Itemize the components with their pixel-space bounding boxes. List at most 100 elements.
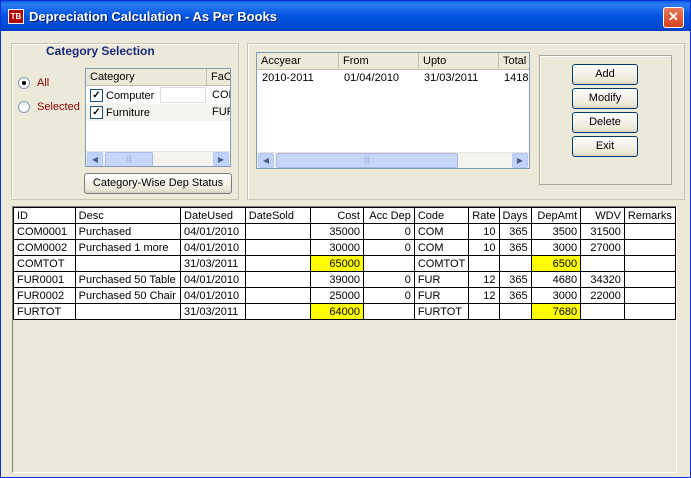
cell-code[interactable]: FUR (413, 287, 470, 304)
category-checkbox-checked-icon[interactable]: ✓ (90, 106, 103, 119)
cell-cost[interactable]: 30000 (309, 239, 364, 256)
cell-remarks[interactable] (623, 255, 677, 272)
radio-all[interactable]: All (18, 77, 49, 89)
scroll-left-icon[interactable]: ◀ (87, 152, 103, 166)
category-wise-dep-status-button[interactable]: Category-Wise Dep Status (84, 173, 232, 194)
cell-cost[interactable]: 64000 (309, 303, 364, 320)
exit-button[interactable]: Exit (572, 136, 638, 157)
cell-desc[interactable] (74, 255, 182, 272)
cell-datesold[interactable] (244, 287, 311, 304)
cell-remarks[interactable] (623, 271, 677, 288)
cell-cost[interactable]: 25000 (309, 287, 364, 304)
cell-id[interactable]: COMTOT (13, 255, 76, 272)
cell-code[interactable]: FURTOT (413, 303, 470, 320)
col-header-datesold[interactable]: DateSold (244, 207, 311, 224)
cell-cost[interactable]: 35000 (309, 223, 364, 240)
col-header-accdep[interactable]: Acc Dep (362, 207, 415, 224)
cell-days[interactable]: 365 (498, 239, 532, 256)
category-hscrollbar[interactable]: ◀ ||| ▶ (86, 151, 230, 166)
cell-rate[interactable]: 12 (468, 287, 500, 304)
year-row-accyear[interactable]: 2010-2011 (262, 72, 314, 84)
cell-dateused[interactable]: 31/03/2011 (180, 255, 246, 272)
category-checkbox-checked-icon[interactable]: ✓ (90, 89, 103, 102)
cell-accdep[interactable]: 0 (362, 239, 415, 256)
depreciation-grid[interactable]: ID Desc DateUsed DateSold Cost Acc Dep C… (12, 206, 677, 473)
cell-wdv[interactable]: 31500 (580, 223, 625, 240)
cell-desc[interactable]: Purchased 1 more (74, 239, 182, 256)
cell-cost[interactable]: 39000 (309, 271, 364, 288)
cell-datesold[interactable] (244, 239, 311, 256)
col-header-cost[interactable]: Cost (309, 207, 364, 224)
scroll-left-icon[interactable]: ◀ (258, 153, 274, 168)
cell-wdv[interactable]: 22000 (580, 287, 625, 304)
cell-accdep[interactable]: 0 (362, 271, 415, 288)
cell-id[interactable]: COM0002 (13, 239, 76, 256)
total-col-header[interactable]: Total (499, 53, 529, 70)
cell-wdv[interactable]: 34320 (580, 271, 625, 288)
cell-depamt[interactable]: 4680 (530, 271, 582, 288)
cell-days[interactable] (498, 255, 532, 272)
upto-col-header[interactable]: Upto (419, 53, 499, 70)
table-row[interactable]: COM0002 Purchased 1 more 04/01/2010 30000 0 C… (13, 239, 677, 256)
table-row[interactable]: COM0001 Purchased 04/01/2010 35000 0 COM 10 365… (13, 223, 677, 240)
col-header-depamt[interactable]: DepAmt (530, 207, 582, 224)
cell-id[interactable]: FUR0001 (13, 271, 76, 288)
cell-datesold[interactable] (244, 255, 311, 272)
cell-rate[interactable] (468, 303, 500, 320)
cell-datesold[interactable] (244, 303, 311, 320)
cell-days[interactable]: 365 (498, 287, 532, 304)
category-item[interactable]: ✓ Furniture (90, 104, 150, 121)
table-row[interactable]: FUR0002 Purchased 50 Chair 04/01/2010 25000… (13, 287, 677, 304)
cell-remarks[interactable] (623, 287, 677, 304)
cell-dateused[interactable]: 04/01/2010 (180, 239, 246, 256)
cell-code[interactable]: FUR (413, 271, 470, 288)
cell-wdv[interactable] (580, 303, 625, 320)
category-item[interactable]: ✓ Computer (90, 87, 160, 104)
cell-rate[interactable]: 10 (468, 223, 500, 240)
cell-datesold[interactable] (244, 223, 311, 240)
modify-button[interactable]: Modify (572, 88, 638, 109)
depreciation-table[interactable]: ID Desc DateUsed DateSold Cost Acc Dep C… (13, 207, 677, 320)
cell-remarks[interactable] (623, 223, 677, 240)
title-bar[interactable]: TB Depreciation Calculation - As Per Boo… (1, 1, 690, 31)
cell-dateused[interactable]: 04/01/2010 (180, 271, 246, 288)
col-header-remarks[interactable]: Remarks (623, 207, 677, 224)
cell-code[interactable]: COM (413, 239, 470, 256)
cell-desc[interactable] (74, 303, 182, 320)
scroll-right-icon[interactable]: ▶ (512, 153, 528, 168)
radio-all-indicator[interactable] (18, 77, 30, 89)
cell-accdep[interactable] (362, 303, 415, 320)
cell-desc[interactable]: Purchased 50 Table (74, 271, 182, 288)
cell-dateused[interactable]: 04/01/2010 (180, 223, 246, 240)
cell-rate[interactable]: 12 (468, 271, 500, 288)
col-header-id[interactable]: ID (13, 207, 76, 224)
delete-button[interactable]: Delete (572, 112, 638, 133)
from-col-header[interactable]: From (339, 53, 419, 70)
scroll-thumb[interactable]: ||| (105, 152, 153, 166)
cell-id[interactable]: FUR0002 (13, 287, 76, 304)
cell-datesold[interactable] (244, 271, 311, 288)
cell-id[interactable]: COM0001 (13, 223, 76, 240)
cell-depamt[interactable]: 7680 (530, 303, 582, 320)
year-list[interactable]: Accyear From Upto Total 2010-2011 01/04/… (256, 52, 530, 169)
category-list[interactable]: Category FaC ✓ Computer COM ✓ Furniture … (85, 68, 231, 167)
cell-days[interactable] (498, 303, 532, 320)
scroll-thumb[interactable]: ||| (276, 153, 458, 168)
fac-col-header[interactable]: FaC (207, 69, 230, 86)
cell-depamt[interactable]: 3500 (530, 223, 582, 240)
scroll-right-icon[interactable]: ▶ (213, 152, 229, 166)
cell-wdv[interactable] (580, 255, 625, 272)
cell-wdv[interactable]: 27000 (580, 239, 625, 256)
cell-cost[interactable]: 65000 (309, 255, 364, 272)
accyear-col-header[interactable]: Accyear (257, 53, 339, 70)
cell-code[interactable]: COM (413, 223, 470, 240)
close-button[interactable]: ✕ (663, 7, 684, 28)
cell-rate[interactable]: 10 (468, 239, 500, 256)
col-header-wdv[interactable]: WDV (580, 207, 625, 224)
cell-accdep[interactable]: 0 (362, 223, 415, 240)
cell-dateused[interactable]: 04/01/2010 (180, 287, 246, 304)
cell-desc[interactable]: Purchased 50 Chair (74, 287, 182, 304)
cell-remarks[interactable] (623, 303, 677, 320)
cell-dateused[interactable]: 31/03/2011 (180, 303, 246, 320)
cell-days[interactable]: 365 (498, 271, 532, 288)
